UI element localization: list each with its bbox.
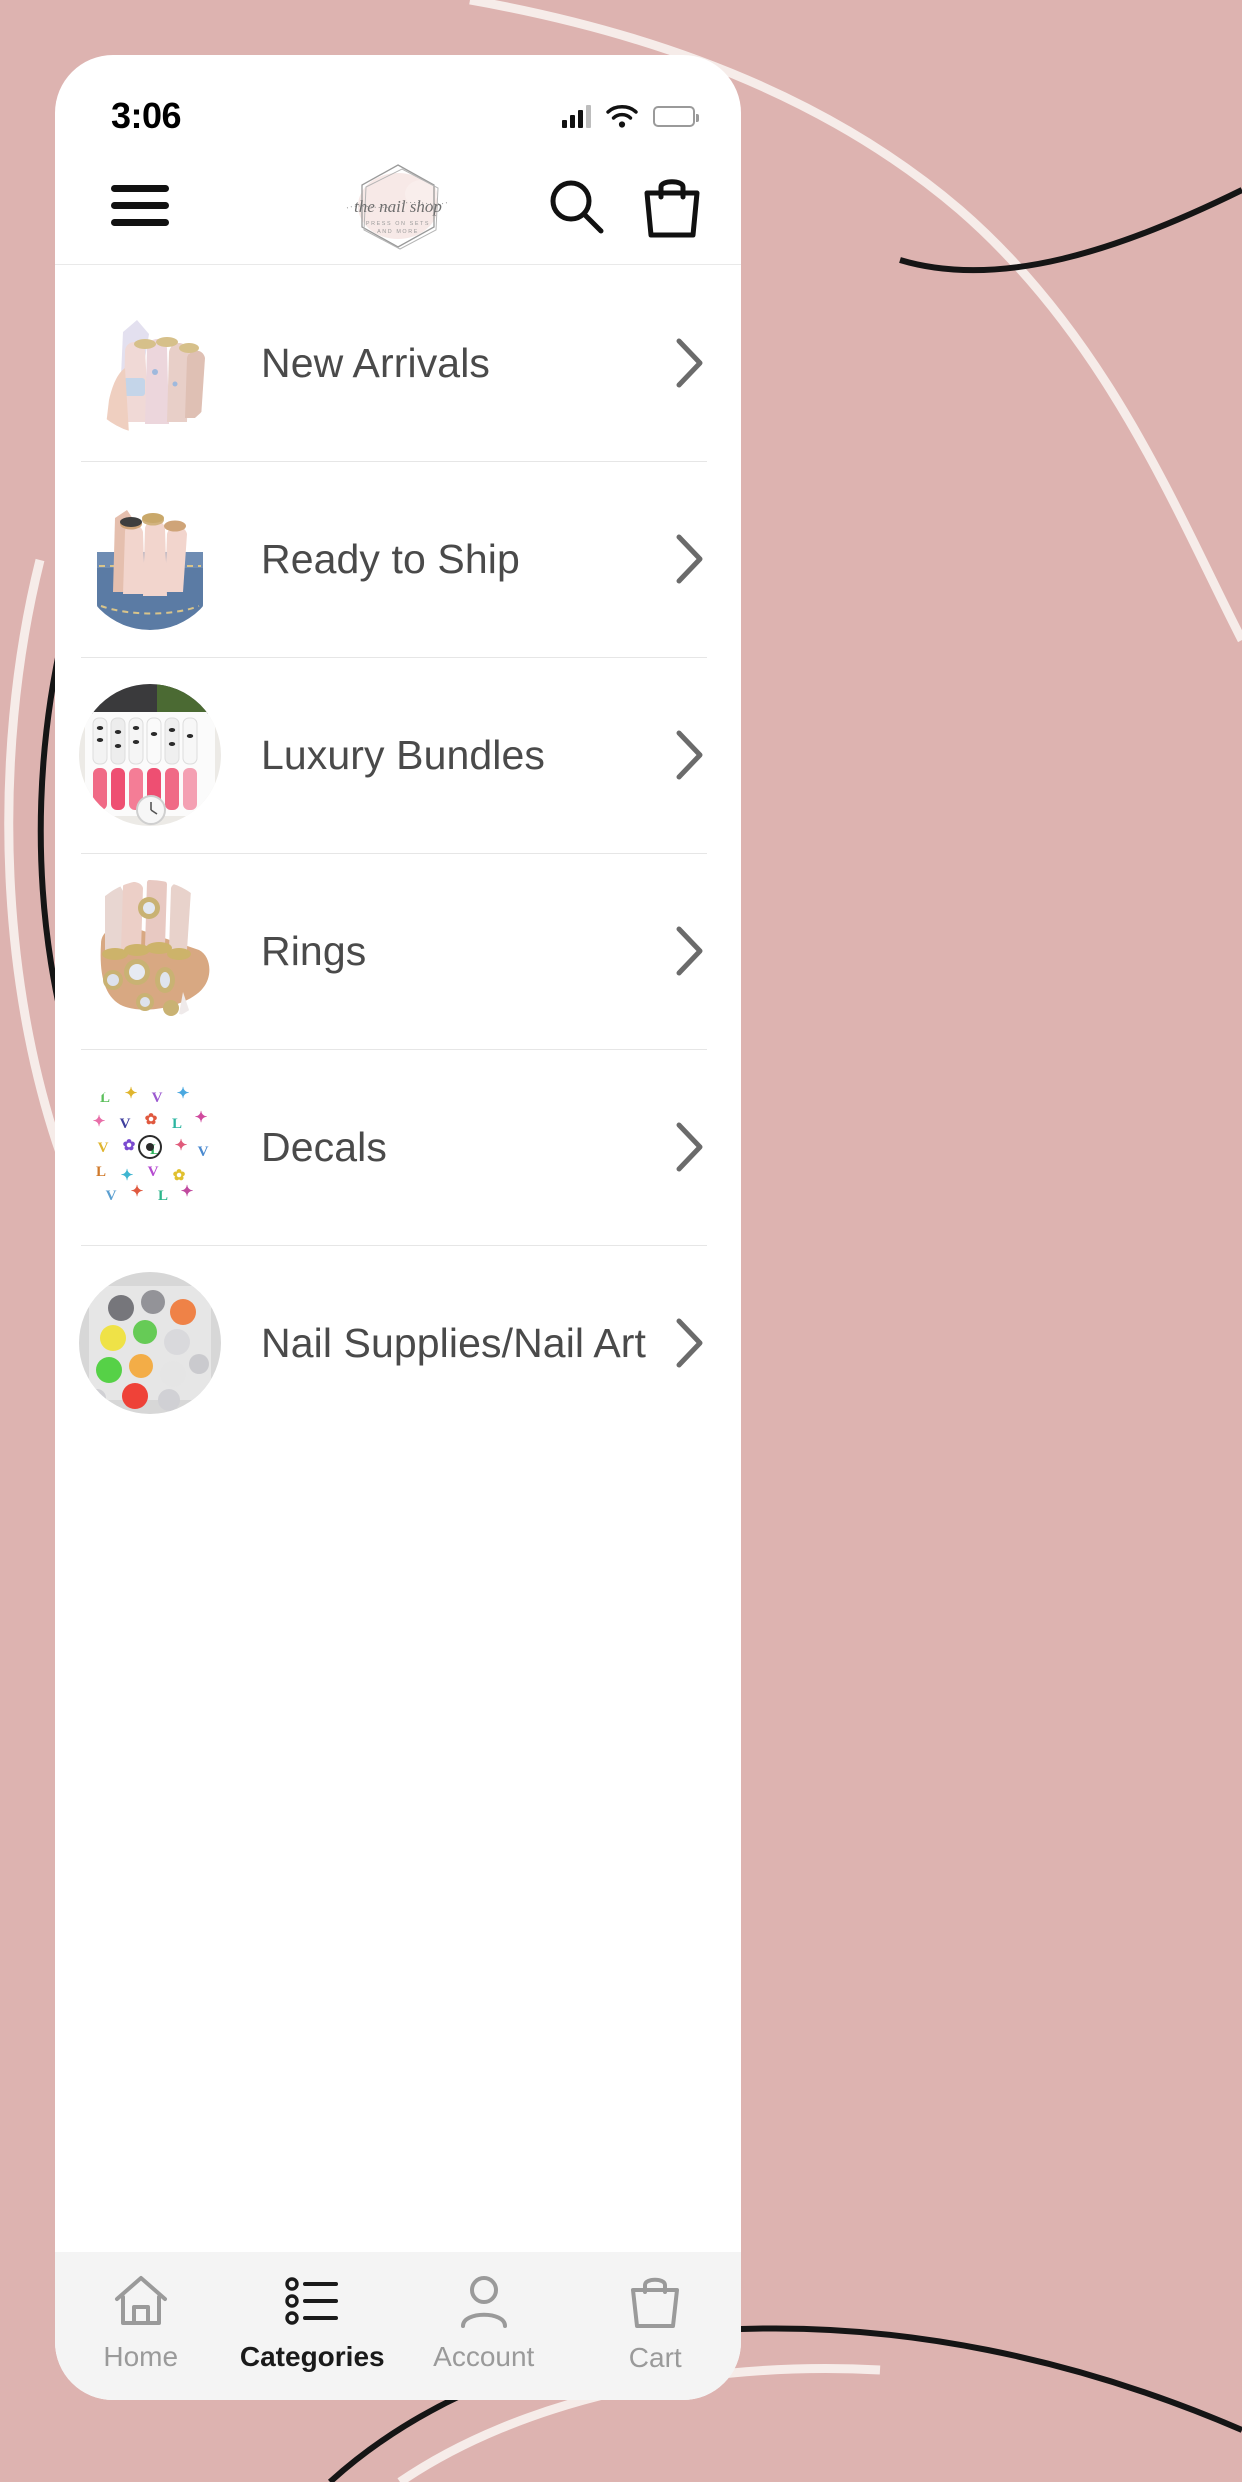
status-icons	[562, 103, 699, 129]
svg-text:✦: ✦	[121, 1168, 134, 1184]
home-icon	[114, 2276, 167, 2325]
bottom-navigation: Home Categories Account Cart	[55, 2252, 741, 2400]
category-row-nail-supplies[interactable]: Nail Supplies/Nail Art	[55, 1245, 741, 1441]
logo-brand-text: the nail shop	[354, 197, 442, 216]
category-list: New Arrivals Ready to Ship Luxury Bundle…	[55, 265, 741, 2252]
category-row-rings[interactable]: Rings	[55, 853, 741, 1049]
logo-tagline2-text: AND MORE	[377, 229, 419, 235]
category-label: New Arrivals	[261, 339, 491, 386]
svg-text:L: L	[100, 1090, 110, 1106]
wifi-icon	[606, 105, 638, 128]
cellular-signal-icon	[562, 104, 591, 128]
category-row-new-arrivals[interactable]: New Arrivals	[55, 265, 741, 461]
tab-label: Account	[433, 2341, 535, 2372]
logo-tagline-text: PRESS ON SETS	[366, 221, 430, 227]
monogram-decals-thumb: L ✦ V ✦ ✦ V ✿ L ✦ V ✿ L ✦ V L ✦ V ✿ V ✦ …	[79, 1076, 221, 1218]
nails-holographic-thumb	[79, 292, 221, 434]
shopping-bag-icon	[631, 2277, 680, 2328]
svg-text:✦: ✦	[93, 1114, 106, 1130]
category-row-decals[interactable]: L ✦ V ✦ ✦ V ✿ L ✦ V ✿ L ✦ V L ✦ V ✿ V ✦ …	[55, 1049, 741, 1245]
svg-text:V: V	[152, 1090, 163, 1106]
svg-text:V: V	[198, 1144, 209, 1160]
status-time: 3:06	[111, 95, 182, 136]
tab-label: Cart	[628, 2342, 682, 2373]
chevron-right-icon[interactable]	[673, 335, 707, 391]
svg-text:V: V	[98, 1140, 109, 1156]
chevron-right-icon[interactable]	[673, 531, 707, 587]
svg-text:✦: ✦	[181, 1184, 194, 1200]
svg-text:✦: ✦	[177, 1086, 190, 1102]
battery-low-icon	[653, 105, 699, 127]
header-actions	[545, 173, 703, 239]
svg-text:✿: ✿	[145, 1112, 158, 1128]
nail-art-palette-thumb	[79, 1272, 221, 1414]
svg-text:L: L	[96, 1164, 106, 1180]
svg-text:V: V	[106, 1188, 117, 1204]
category-label: Rings	[261, 927, 367, 974]
svg-text:✦: ✦	[195, 1110, 208, 1126]
category-label: Ready to Ship	[261, 535, 520, 582]
category-row-luxury-bundles[interactable]: Luxury Bundles	[55, 657, 741, 853]
tab-home[interactable]: Home	[55, 2273, 227, 2379]
nail-bundle-tray-thumb	[79, 684, 221, 826]
chevron-right-icon[interactable]	[673, 923, 707, 979]
chevron-right-icon[interactable]	[673, 727, 707, 783]
svg-text:L: L	[158, 1188, 168, 1204]
svg-text:✿: ✿	[173, 1168, 186, 1184]
hand-with-rings-thumb	[79, 880, 221, 1022]
nails-denim-pocket-thumb	[79, 488, 221, 630]
svg-text:✦: ✦	[175, 1138, 188, 1154]
shopping-bag-icon[interactable]	[641, 173, 703, 239]
chevron-right-icon[interactable]	[673, 1119, 707, 1175]
tab-categories[interactable]: Categories	[227, 2273, 399, 2379]
phone-frame: 3:06 the nail shop PRESS ON SETS AND MOR…	[55, 55, 741, 2400]
svg-text:✿: ✿	[123, 1138, 136, 1154]
chevron-right-icon[interactable]	[673, 1315, 707, 1371]
category-row-ready-to-ship[interactable]: Ready to Ship	[55, 461, 741, 657]
hexagon-logo[interactable]: the nail shop PRESS ON SETS AND MORE	[339, 160, 457, 252]
app-header: the nail shop PRESS ON SETS AND MORE	[55, 147, 741, 265]
svg-text:V: V	[120, 1116, 131, 1132]
tab-label: Home	[103, 2341, 179, 2372]
search-icon[interactable]	[545, 175, 607, 237]
tab-account[interactable]: Account	[398, 2273, 570, 2379]
hamburger-menu-icon[interactable]	[111, 175, 169, 236]
person-icon	[460, 2276, 507, 2328]
category-label: Nail Supplies/Nail Art	[261, 1319, 647, 1366]
svg-text:L: L	[172, 1116, 182, 1132]
tab-cart[interactable]: Cart	[570, 2272, 742, 2380]
tab-label: Categories	[239, 2341, 385, 2372]
status-bar: 3:06	[55, 55, 741, 147]
svg-text:✦: ✦	[131, 1184, 144, 1200]
list-icon	[285, 2277, 339, 2325]
svg-text:✦: ✦	[125, 1086, 138, 1102]
category-label: Decals	[261, 1123, 387, 1170]
svg-text:V: V	[148, 1164, 159, 1180]
category-label: Luxury Bundles	[261, 731, 546, 778]
